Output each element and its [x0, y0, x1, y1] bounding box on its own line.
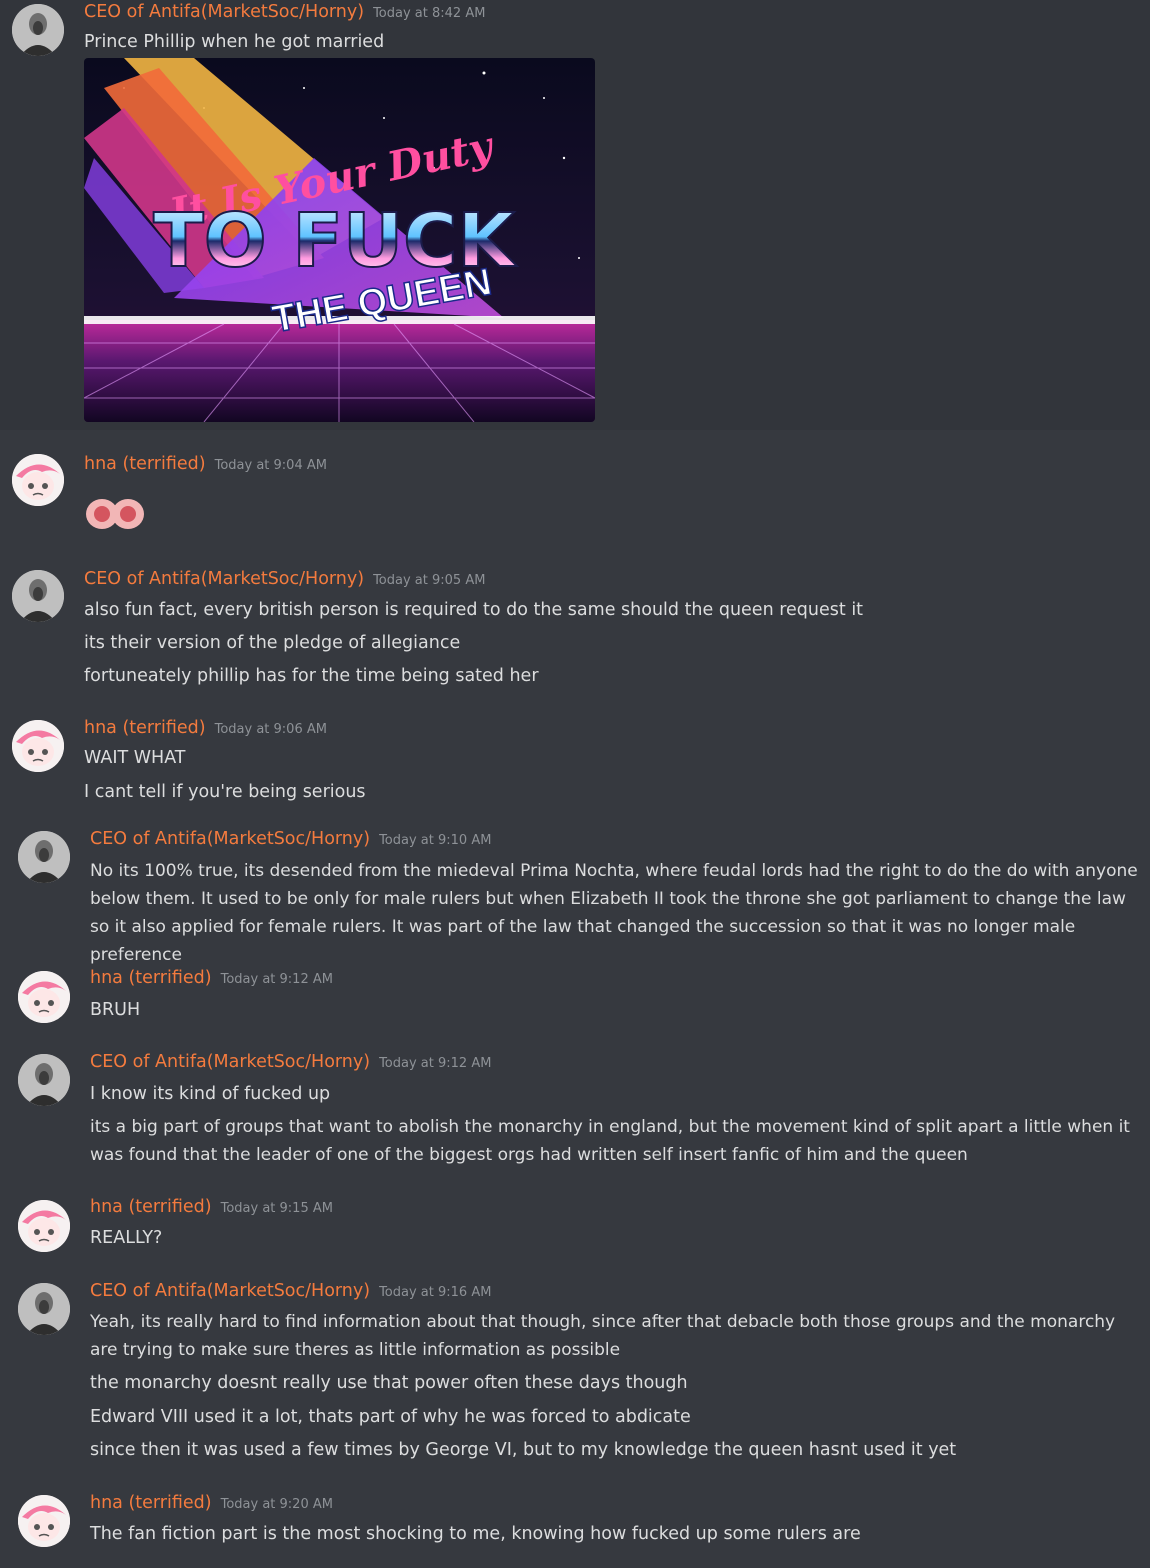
timestamp: Today at 9:06 AM: [214, 722, 327, 737]
timestamp: Today at 9:04 AM: [214, 458, 327, 473]
username[interactable]: CEO of Antifa(MarketSoc/Horny): [90, 829, 370, 849]
message-text: BRUH: [90, 1000, 141, 1020]
anime-avatar-icon: [12, 720, 64, 772]
anime-avatar-icon: [12, 454, 64, 506]
avatar[interactable]: [12, 570, 64, 622]
avatar[interactable]: [18, 971, 70, 1023]
emoji-icon: [86, 499, 144, 529]
anime-avatar-icon: [18, 971, 70, 1023]
message-header: CEO of Antifa(MarketSoc/Horny) Today at 8…: [84, 2, 485, 22]
message-text: Yeah, its really hard to find informatio…: [90, 1312, 1116, 1360]
avatar[interactable]: [18, 1054, 70, 1106]
message-header: hna (terrified) Today at 9:06 AM: [84, 718, 327, 738]
message-text: I know its kind of fucked up: [90, 1084, 331, 1104]
avatar[interactable]: [18, 831, 70, 883]
timestamp: Today at 9:12 AM: [379, 1056, 492, 1071]
message-group: CEO of Antifa(MarketSoc/Horny) Today at 8…: [0, 0, 1150, 430]
username[interactable]: hna (terrified): [84, 718, 206, 738]
portrait-avatar-icon: [18, 1283, 70, 1335]
message-header: hna (terrified) Today at 9:20 AM: [90, 1493, 333, 1513]
portrait-avatar-icon: [12, 570, 64, 622]
username[interactable]: hna (terrified): [84, 454, 206, 474]
portrait-avatar-icon: [12, 4, 64, 56]
message-text: Edward VIII used it a lot, thats part of…: [90, 1407, 691, 1427]
message-header: CEO of Antifa(MarketSoc/Horny) Today at 9…: [90, 829, 491, 849]
timestamp: Today at 9:12 AM: [220, 972, 333, 987]
attached-image[interactable]: It Is Your Duty TO FUCK THE QUEEN: [84, 58, 595, 422]
message-text: its their version of the pledge of alleg…: [84, 633, 461, 653]
message-text: I cant tell if you're being serious: [84, 782, 366, 802]
avatar[interactable]: [12, 4, 64, 56]
username[interactable]: CEO of Antifa(MarketSoc/Horny): [84, 569, 364, 589]
message-header: CEO of Antifa(MarketSoc/Horny) Today at 9…: [90, 1281, 491, 1301]
message-text: REALLY?: [90, 1228, 163, 1248]
message-header: CEO of Antifa(MarketSoc/Horny) Today at 9…: [90, 1052, 491, 1072]
timestamp: Today at 9:15 AM: [220, 1201, 333, 1216]
synthwave-meme-image: It Is Your Duty TO FUCK THE QUEEN: [84, 58, 595, 422]
anime-avatar-icon: [18, 1495, 70, 1547]
message-text: Prince Phillip when he got married: [84, 32, 385, 52]
username[interactable]: CEO of Antifa(MarketSoc/Horny): [84, 2, 364, 22]
emoji[interactable]: [84, 494, 146, 534]
message-text: WAIT WHAT: [84, 748, 186, 768]
avatar[interactable]: [18, 1200, 70, 1252]
portrait-avatar-icon: [18, 1054, 70, 1106]
username[interactable]: hna (terrified): [90, 968, 212, 988]
avatar[interactable]: [12, 454, 64, 506]
message-header: hna (terrified) Today at 9:12 AM: [90, 968, 333, 988]
message-text: the monarchy doesnt really use that powe…: [90, 1373, 688, 1393]
message-text: fortuneately phillip has for the time be…: [84, 666, 539, 686]
message-header: CEO of Antifa(MarketSoc/Horny) Today at 9…: [84, 569, 485, 589]
anime-avatar-icon: [18, 1200, 70, 1252]
message-text: its a big part of groups that want to ab…: [90, 1117, 1130, 1165]
username[interactable]: CEO of Antifa(MarketSoc/Horny): [90, 1281, 370, 1301]
timestamp: Today at 9:05 AM: [373, 573, 486, 588]
avatar[interactable]: [18, 1495, 70, 1547]
portrait-avatar-icon: [18, 831, 70, 883]
message-text: No its 100% true, its desended from the …: [90, 861, 1138, 965]
timestamp: Today at 8:42 AM: [373, 6, 486, 21]
message-text: The fan fiction part is the most shockin…: [90, 1524, 861, 1544]
timestamp: Today at 9:16 AM: [379, 1285, 492, 1300]
timestamp: Today at 9:20 AM: [220, 1497, 333, 1512]
message-text: since then it was used a few times by Ge…: [90, 1440, 957, 1460]
username[interactable]: hna (terrified): [90, 1197, 212, 1217]
message-header: hna (terrified) Today at 9:15 AM: [90, 1197, 333, 1217]
message-header: hna (terrified) Today at 9:04 AM: [84, 454, 327, 474]
avatar[interactable]: [12, 720, 64, 772]
username[interactable]: CEO of Antifa(MarketSoc/Horny): [90, 1052, 370, 1072]
message-text: also fun fact, every british person is r…: [84, 600, 864, 620]
avatar[interactable]: [18, 1283, 70, 1335]
username[interactable]: hna (terrified): [90, 1493, 212, 1513]
timestamp: Today at 9:10 AM: [379, 833, 492, 848]
